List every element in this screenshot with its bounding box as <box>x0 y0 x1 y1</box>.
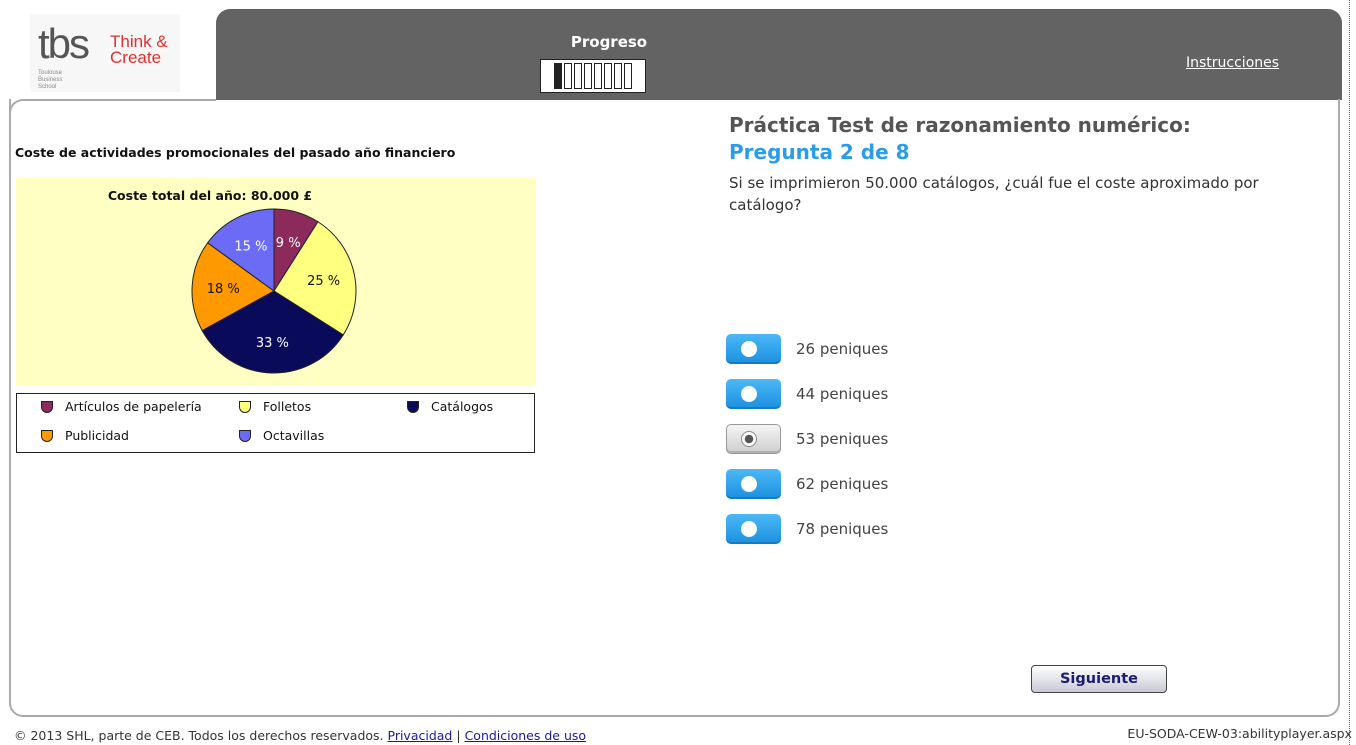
answer-label: 26 peniques <box>796 340 889 358</box>
radio-button[interactable] <box>726 379 781 409</box>
legend-item: Octavillas <box>239 428 324 443</box>
instructions-link[interactable]: Instrucciones <box>1186 55 1279 71</box>
pie-slice-label-0: 9 % <box>276 236 301 251</box>
answer-option[interactable]: 44 peniques <box>726 379 888 409</box>
progress-label: Progreso <box>570 33 648 51</box>
radio-button[interactable] <box>726 469 781 499</box>
radio-dot-icon <box>741 386 757 402</box>
legend-label: Publicidad <box>65 428 129 443</box>
footer-separator: | <box>456 728 461 743</box>
pie-chart: 9 % 25 % 33 % 18 % 15 % <box>191 208 357 374</box>
answer-label: 53 peniques <box>796 430 889 448</box>
logo-brand: tbs <box>38 20 90 67</box>
footer: © 2013 SHL, parte de CEB. Todos los dere… <box>14 728 586 743</box>
answer-label: 44 peniques <box>796 385 889 403</box>
legend-swatch <box>239 429 251 442</box>
header-bar: Progreso Instrucciones <box>216 9 1342 100</box>
chart-section-title: Coste de actividades promocionales del p… <box>15 145 456 160</box>
progress-segment <box>594 63 602 89</box>
progress-segment <box>584 63 592 89</box>
answer-label: 62 peniques <box>796 475 889 493</box>
radio-dot-icon <box>741 431 757 447</box>
next-button[interactable]: Siguiente <box>1031 665 1167 693</box>
pie-slice-label-3: 18 % <box>207 282 240 297</box>
answer-option[interactable]: 78 peniques <box>726 514 888 544</box>
legend-label: Artículos de papelería <box>65 399 202 414</box>
legend-item: Folletos <box>239 399 311 414</box>
footer-copyright: © 2013 SHL, parte de CEB. Todos los dere… <box>14 728 384 743</box>
terms-link[interactable]: Condiciones de uso <box>465 728 586 743</box>
legend-swatch <box>41 400 53 413</box>
progress-segment <box>564 63 572 89</box>
question-text: Si se imprimieron 50.000 catálogos, ¿cuá… <box>729 174 1259 214</box>
radio-dot-icon <box>741 476 757 492</box>
pie-slice-label-4: 15 % <box>234 240 267 255</box>
progress-bar <box>540 59 646 93</box>
radio-button[interactable] <box>726 334 781 364</box>
radio-dot-icon <box>741 341 757 357</box>
answer-option[interactable]: 62 peniques <box>726 469 888 499</box>
tbs-logo: tbs Think & Create Toulouse Business Sch… <box>30 14 180 92</box>
page-id: EU-SODA-CEW-03:abilityplayer.aspx <box>1127 726 1352 741</box>
question-heading: Práctica Test de razonamiento numérico: <box>729 113 1191 137</box>
progress-segment <box>614 63 622 89</box>
legend-item: Catálogos <box>407 399 493 414</box>
legend-swatch <box>239 400 251 413</box>
progress-segment <box>624 63 632 89</box>
answer-label: 78 peniques <box>796 520 889 538</box>
progress-segment <box>554 63 562 89</box>
pie-slice-label-2: 33 % <box>256 336 289 351</box>
legend-label: Folletos <box>263 399 312 414</box>
legend-swatch <box>407 400 419 413</box>
progress-segment <box>604 63 612 89</box>
radio-button[interactable] <box>726 424 781 454</box>
chart-legend: Artículos de papelería Folletos Catálogos P… <box>16 393 535 453</box>
pie-slice-label-1: 25 % <box>307 274 340 289</box>
radio-button[interactable] <box>726 514 781 544</box>
legend-item: Publicidad <box>41 428 129 443</box>
legend-swatch <box>41 429 53 442</box>
radio-dot-icon <box>741 521 757 537</box>
answer-option[interactable]: 26 peniques <box>726 334 888 364</box>
question-number: Pregunta 2 de 8 <box>729 140 910 164</box>
legend-label: Catálogos <box>431 399 494 414</box>
answer-option[interactable]: 53 peniques <box>726 424 888 454</box>
pie-chart-area: Coste total del año: 80.000 £ 9 % 25 % 33 … <box>16 178 536 385</box>
progress-segment <box>574 63 582 89</box>
page-edge-dotted-line <box>1349 0 1350 745</box>
legend-item: Artículos de papelería <box>41 399 202 414</box>
legend-label: Octavillas <box>263 428 325 443</box>
logo-tagline: Think & Create <box>110 32 168 67</box>
logo-subtitle: Toulouse Business School <box>38 70 63 90</box>
privacy-link[interactable]: Privacidad <box>388 728 453 743</box>
